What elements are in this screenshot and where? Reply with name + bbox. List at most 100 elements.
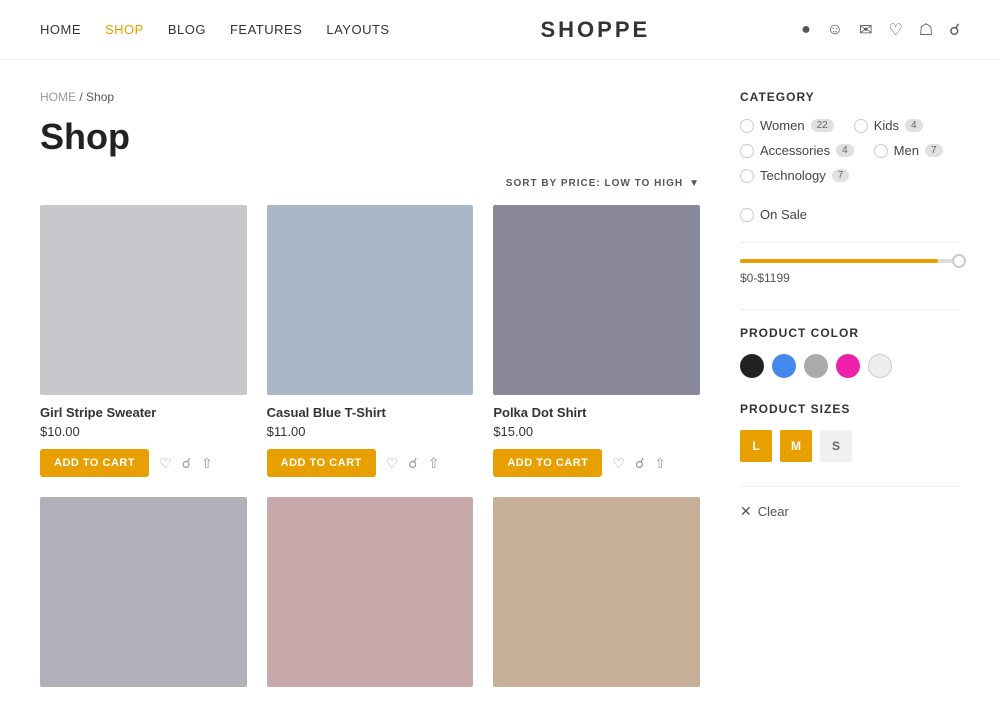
color-swatch-pink[interactable] — [836, 354, 860, 378]
size-swatch-m[interactable]: M — [780, 430, 812, 462]
category-row-2: Accessories 4 Men 7 — [740, 143, 960, 158]
sort-dropdown[interactable]: SORT BY PRICE: LOW TO HIGH ▼ — [506, 178, 700, 189]
nav-blog[interactable]: BLOG — [168, 22, 206, 37]
color-swatches — [740, 354, 960, 378]
zoom-icon[interactable]: ☌ — [635, 455, 644, 472]
nav-home[interactable]: HOME — [40, 22, 81, 37]
share-icon[interactable]: ⇧ — [201, 455, 213, 472]
radio-women[interactable] — [740, 119, 754, 133]
on-sale-label: On Sale — [760, 207, 807, 222]
product-grid: Girl Stripe Sweater $10.00 ADD TO CART ♡… — [40, 205, 700, 687]
radio-kids[interactable] — [854, 119, 868, 133]
product-image — [267, 205, 474, 395]
sidebar: Category Women 22 Kids 4 Accessories — [740, 90, 960, 687]
size-title: Product Sizes — [740, 402, 960, 416]
zoom-icon[interactable]: ☌ — [408, 455, 417, 472]
price-slider-fill — [740, 259, 938, 263]
category-men-label: Men — [894, 143, 919, 158]
clear-label: Clear — [758, 504, 789, 519]
color-swatch-blue[interactable] — [772, 354, 796, 378]
add-to-cart-button[interactable]: ADD TO CART — [267, 449, 376, 477]
divider-2 — [740, 309, 960, 310]
size-swatch-l[interactable]: L — [740, 430, 772, 462]
share-icon[interactable]: ⇧ — [428, 455, 440, 472]
sort-label-text: SORT BY PRICE: LOW TO HIGH — [506, 178, 683, 189]
category-kids-label: Kids — [874, 118, 899, 133]
divider-1 — [740, 242, 960, 243]
category-men[interactable]: Men 7 — [874, 143, 943, 158]
category-list: Women 22 Kids 4 Accessories 4 Men — [740, 118, 960, 183]
zoom-icon[interactable]: ☌ — [182, 455, 191, 472]
product-image-placeholder — [267, 497, 474, 687]
product-image-placeholder — [40, 497, 247, 687]
product-card — [40, 497, 247, 687]
size-swatch-s[interactable]: S — [820, 430, 852, 462]
product-name: Polka Dot Shirt — [493, 405, 700, 420]
sort-bar: SORT BY PRICE: LOW TO HIGH ▼ — [40, 178, 700, 189]
brand-logo[interactable]: SHOPPE — [541, 17, 651, 43]
category-technology-label: Technology — [760, 168, 826, 183]
color-swatch-gray[interactable] — [804, 354, 828, 378]
breadcrumb-current: Shop — [86, 90, 114, 104]
product-card: Casual Blue T-Shirt $11.00 ADD TO CART ♡… — [267, 205, 474, 477]
content-area: HOME / Shop Shop SORT BY PRICE: LOW TO H… — [40, 90, 700, 687]
category-technology[interactable]: Technology 7 — [740, 168, 849, 183]
add-to-cart-button[interactable]: ADD TO CART — [40, 449, 149, 477]
wishlist-icon[interactable]: ♡ — [386, 455, 399, 472]
clear-x-icon: ✕ — [740, 503, 752, 520]
location-icon[interactable]: ● — [801, 21, 811, 39]
wishlist-icon[interactable]: ♡ — [159, 455, 172, 472]
category-row-3: Technology 7 — [740, 168, 960, 183]
product-card — [493, 497, 700, 687]
color-title: Product Color — [740, 326, 960, 340]
category-women-label: Women — [760, 118, 805, 133]
navigation: HOME SHOP BLOG FEATURES LAYOUTS SHOPPE ●… — [0, 0, 1000, 60]
category-accessories-label: Accessories — [760, 143, 830, 158]
category-accessories[interactable]: Accessories 4 — [740, 143, 854, 158]
price-slider-thumb[interactable] — [952, 254, 966, 268]
nav-features[interactable]: FEATURES — [230, 22, 302, 37]
category-women[interactable]: Women 22 — [740, 118, 834, 133]
category-men-count: 7 — [925, 144, 943, 157]
user-icon[interactable]: ☺ — [827, 21, 843, 39]
product-card: Polka Dot Shirt $15.00 ADD TO CART ♡ ☌ ⇧ — [493, 205, 700, 477]
add-to-cart-button[interactable]: ADD TO CART — [493, 449, 602, 477]
category-kids-count: 4 — [905, 119, 923, 132]
heart-icon[interactable]: ♡ — [889, 20, 903, 40]
product-price: $15.00 — [493, 424, 700, 439]
clear-button[interactable]: ✕ Clear — [740, 503, 960, 520]
category-row-1: Women 22 Kids 4 — [740, 118, 960, 133]
radio-on-sale[interactable] — [740, 208, 754, 222]
product-price: $11.00 — [267, 424, 474, 439]
product-image — [493, 205, 700, 395]
radio-men[interactable] — [874, 144, 888, 158]
product-name: Casual Blue T-Shirt — [267, 405, 474, 420]
product-image — [40, 205, 247, 395]
nav-links: HOME SHOP BLOG FEATURES LAYOUTS — [40, 22, 390, 37]
radio-technology[interactable] — [740, 169, 754, 183]
on-sale-filter[interactable]: On Sale — [740, 207, 960, 222]
category-title: Category — [740, 90, 960, 104]
price-range-label: $0-$1199 — [740, 271, 960, 285]
share-icon[interactable]: ⇧ — [654, 455, 666, 472]
product-price: $10.00 — [40, 424, 247, 439]
radio-accessories[interactable] — [740, 144, 754, 158]
category-accessories-count: 4 — [836, 144, 854, 157]
nav-shop[interactable]: SHOP — [105, 22, 144, 37]
page-title: Shop — [40, 116, 700, 158]
category-women-count: 22 — [811, 119, 834, 132]
price-section: $0-$1199 — [740, 259, 960, 285]
divider-3 — [740, 486, 960, 487]
price-slider-track — [740, 259, 960, 263]
mail-icon[interactable]: ✉ — [859, 20, 872, 40]
color-swatch-white[interactable] — [868, 354, 892, 378]
product-card — [267, 497, 474, 687]
color-swatch-black[interactable] — [740, 354, 764, 378]
cart-icon[interactable]: ☖ — [919, 20, 933, 40]
nav-layouts[interactable]: LAYOUTS — [326, 22, 389, 37]
chevron-down-icon: ▼ — [689, 178, 700, 189]
category-kids[interactable]: Kids 4 — [854, 118, 923, 133]
search-icon[interactable]: ☌ — [949, 20, 960, 40]
breadcrumb-home[interactable]: HOME — [40, 90, 76, 104]
wishlist-icon[interactable]: ♡ — [612, 455, 625, 472]
